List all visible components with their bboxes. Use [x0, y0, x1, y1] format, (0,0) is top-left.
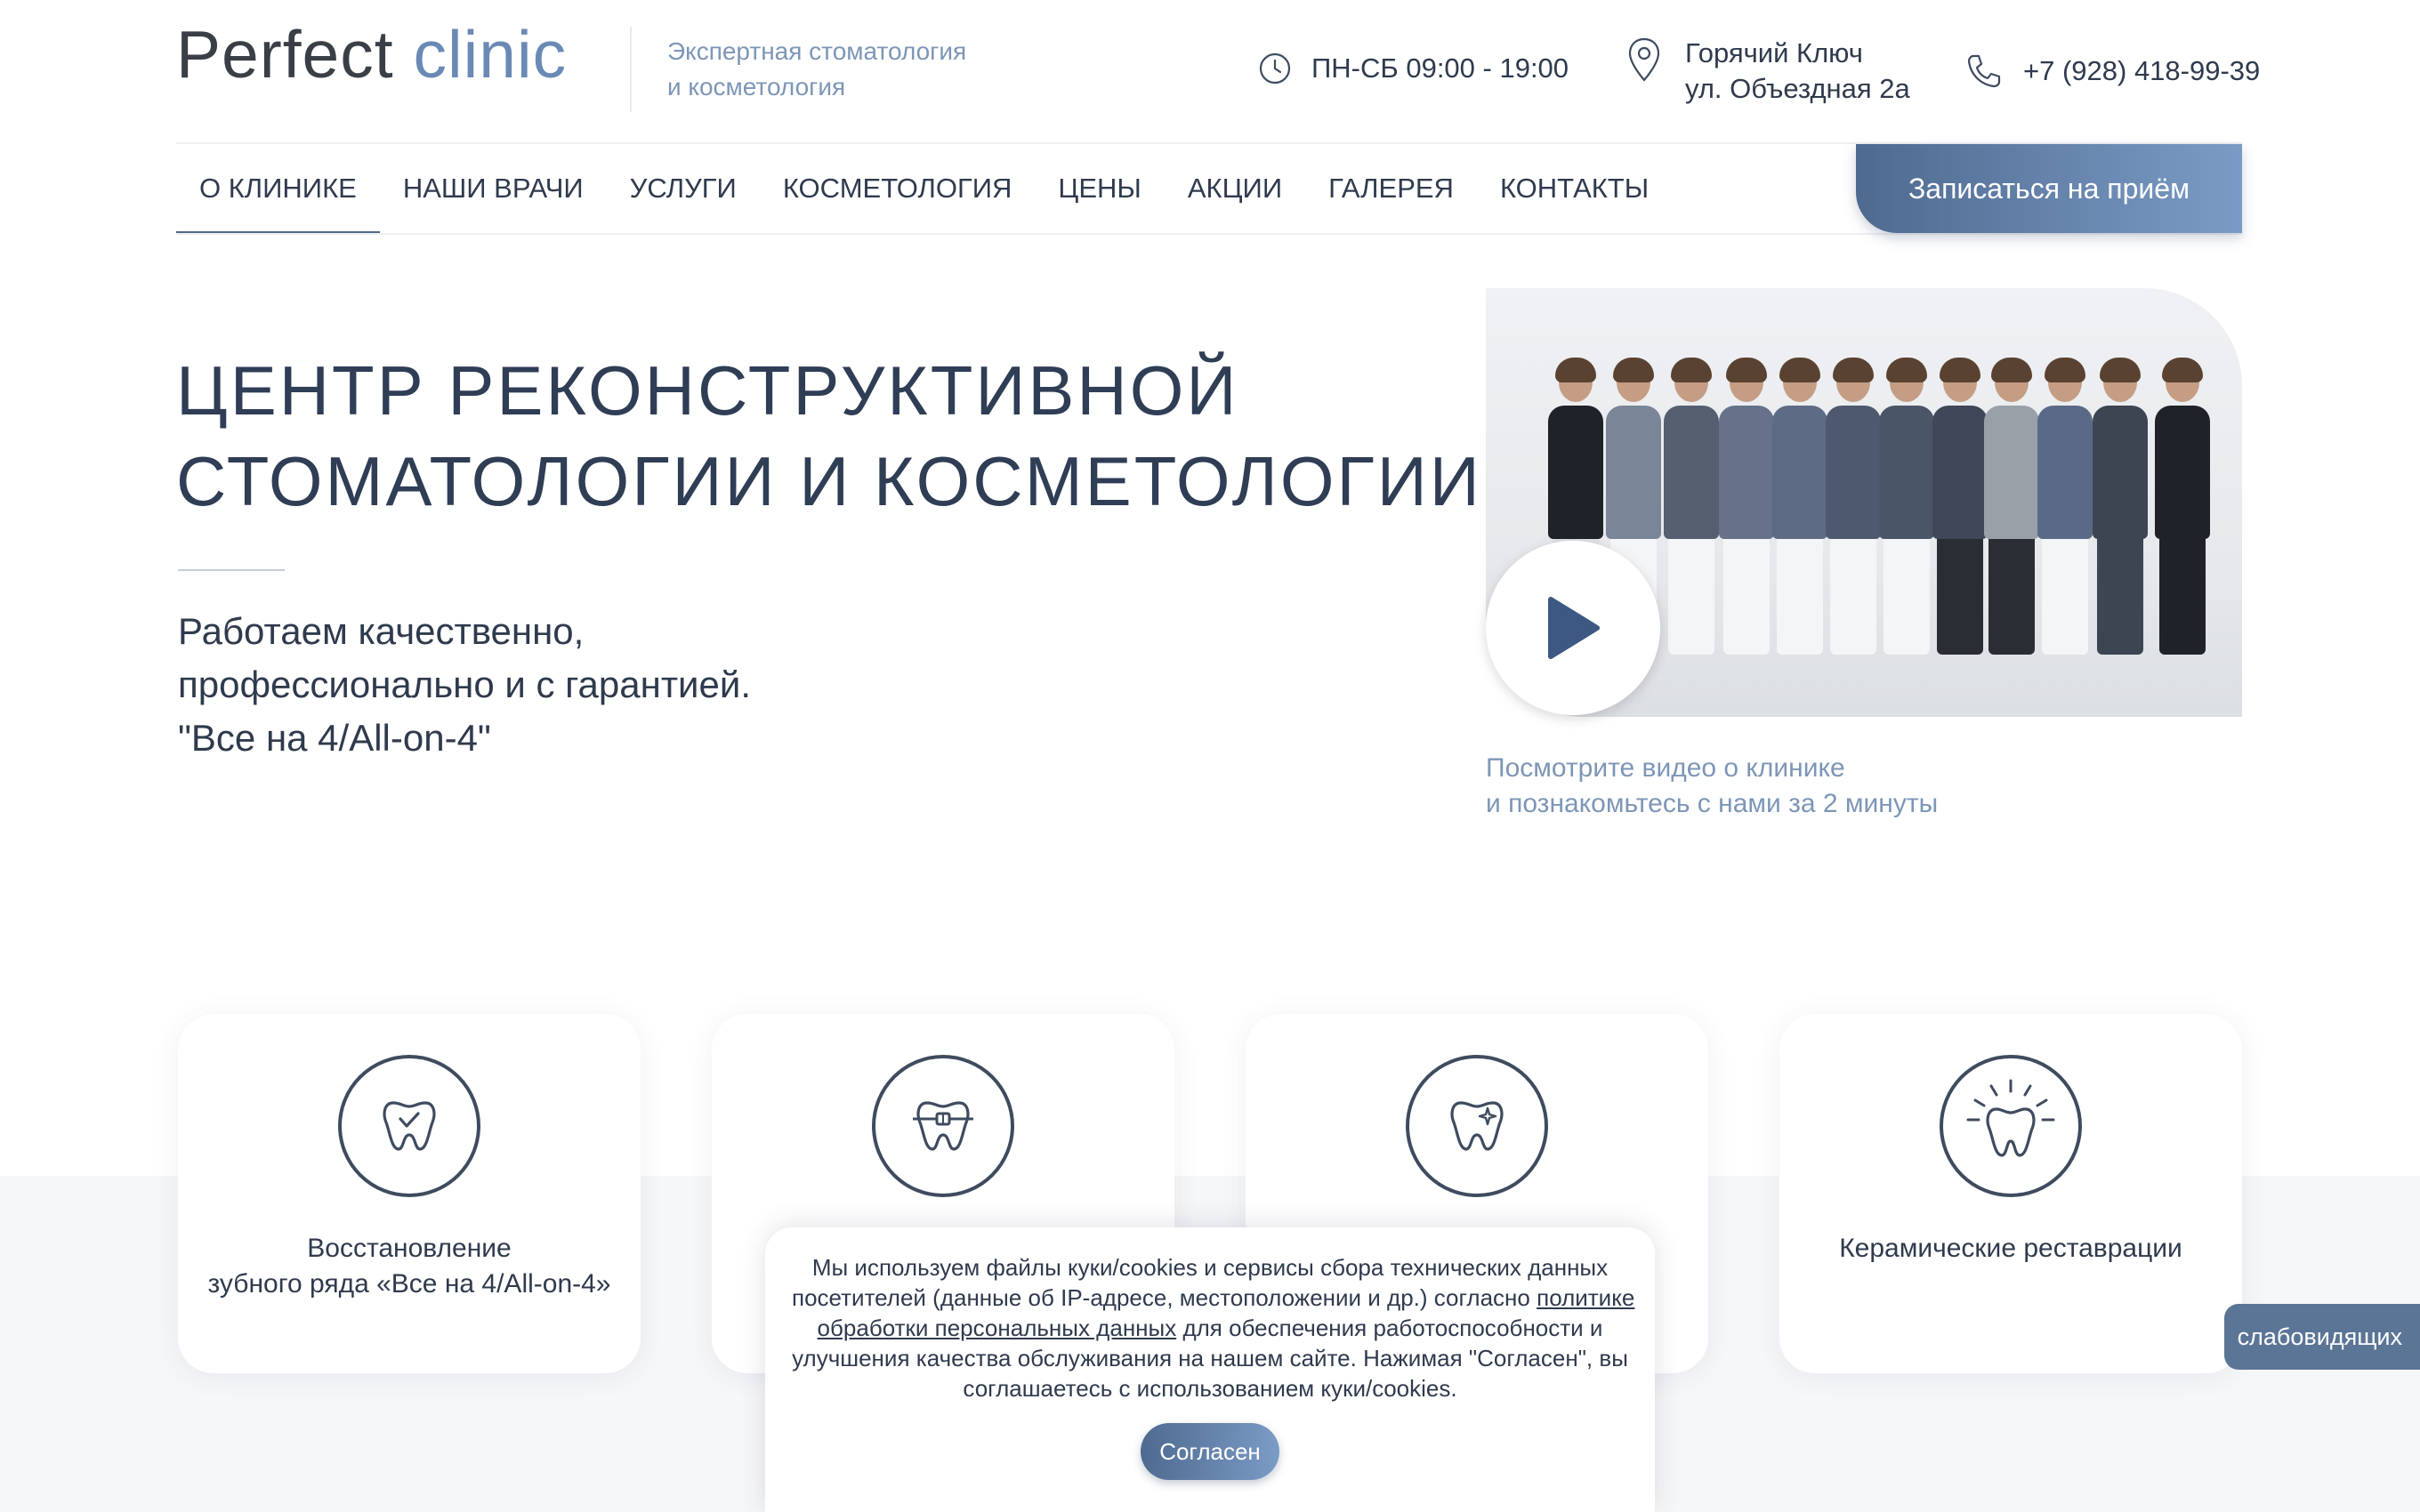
address[interactable]: Горячий Ключ ул. Объездная 2а [1626, 36, 1910, 107]
team-member-figure [1772, 358, 1827, 655]
working-hours: ПН-СБ 09:00 - 19:00 [1258, 52, 1569, 85]
hours-text: ПН-СБ 09:00 - 19:00 [1311, 52, 1569, 84]
team-member-figure [1879, 358, 1934, 655]
service-card-ceramic-restorations[interactable]: Керамические реставрации [1779, 1014, 2242, 1373]
team-member-figure [1664, 358, 1719, 655]
nav-item-contacts[interactable]: Контакты [1477, 144, 1672, 233]
clock-icon [1259, 52, 1291, 84]
nav-item-about[interactable]: О клинике [176, 144, 380, 235]
hero-subtitle-line: Работаем качественно, [178, 610, 585, 652]
address-street: ул. Объездная 2а [1685, 73, 1910, 104]
phone-icon [1967, 54, 2001, 88]
cookie-consent-banner: Мы используем файлы куки/cookies и серви… [765, 1227, 1655, 1512]
video-caption: Посмотрите видео о клинике и познакомьте… [1486, 751, 1938, 822]
logo[interactable]: Perfect clinic [176, 21, 567, 88]
logo-word-perfect: Perfect [176, 17, 394, 92]
location-pin-icon [1628, 37, 1660, 82]
cookie-text: Мы используем файлы куки/cookies и серви… [792, 1252, 1634, 1403]
cookie-text-line: посетителей (данные об IP-адресе, местоп… [792, 1283, 1634, 1313]
hero-separator [178, 569, 285, 571]
team-member-figure [2093, 358, 2148, 655]
phone[interactable]: +7 (928) 418-99-39 [1964, 52, 2260, 91]
tooth-check-icon [383, 1101, 436, 1151]
privacy-policy-link[interactable]: политике [1537, 1284, 1634, 1311]
team-member-figure [1984, 358, 2039, 655]
service-icon-circle [338, 1055, 480, 1197]
phone-number: +7 (928) 418-99-39 [2023, 55, 2261, 86]
tooth-sparkle-icon [1450, 1101, 1504, 1151]
hero-title-line: Центр реконструктивной [176, 351, 1239, 430]
team-member-figure [1932, 358, 1988, 655]
service-card-all-on-4[interactable]: Восстановление зубного ряда «Все на 4/Al… [178, 1014, 641, 1373]
tooth-braces-icon [913, 1101, 973, 1151]
service-label-line: Керамические реставрации [1839, 1234, 2182, 1263]
cookie-text-line: соглашаетесь с использованием куки/cooki… [963, 1375, 1457, 1402]
nav-item-prices[interactable]: Цены [1035, 144, 1164, 233]
cookie-text-line: обработки персональных данных для обеспе… [792, 1313, 1628, 1343]
book-appointment-button[interactable]: Записаться на приём [1856, 144, 2242, 233]
video-caption-line: Посмотрите видео о клинике [1486, 753, 1845, 783]
nav-item-cosmetology[interactable]: Косметология [760, 144, 1036, 233]
play-video-button[interactable] [1486, 541, 1660, 715]
privacy-policy-link[interactable]: обработки персональных данных [818, 1315, 1177, 1341]
cookie-text-fragment: посетителей (данные об IP-адресе, местоп… [792, 1284, 1537, 1311]
hero-title-line: стоматологии и косметологии [176, 442, 1482, 520]
logo-word-clinic: clinic [413, 17, 568, 92]
hero-subtitle: Работаем качественно, профессионально и … [178, 605, 751, 765]
team-member-figure [1826, 358, 1881, 655]
service-label: Восстановление зубного ряда «Все на 4/Al… [178, 1231, 641, 1302]
cookie-text-line: улучшения качества обслуживания на нашем… [792, 1345, 1628, 1371]
header-divider [630, 27, 632, 112]
tagline-line: Экспертная стоматология [667, 37, 967, 65]
service-icon-circle [872, 1055, 1014, 1197]
main-nav: О клинике Наши врачи Услуги Косметология… [176, 144, 1672, 235]
service-label: Керамические реставрации [1779, 1231, 2242, 1267]
nav-item-gallery[interactable]: Галерея [1305, 144, 1477, 233]
nav-item-services[interactable]: Услуги [607, 144, 760, 233]
cookie-accept-button[interactable]: Согласен [1141, 1423, 1279, 1480]
team-member-figure [2155, 358, 2210, 655]
hero-subtitle-line: профессионально и с гарантией. [178, 664, 752, 705]
nav-bottom-divider [176, 233, 2242, 235]
play-icon [1548, 597, 1600, 659]
cookie-text-line: Мы используем файлы куки/cookies и серви… [811, 1254, 1609, 1281]
nav-item-promotions[interactable]: Акции [1165, 144, 1305, 233]
service-icon-circle [1940, 1055, 2082, 1197]
service-icon-circle [1406, 1055, 1548, 1197]
video-caption-line: и познакомьтесь с нами за 2 минуты [1486, 789, 1939, 818]
tooth-shine-icon [1966, 1079, 2055, 1157]
accessibility-version-button[interactable]: слабовидящих [2224, 1304, 2420, 1370]
cookie-text-fragment: для обеспечения работоспособности и [1176, 1315, 1603, 1341]
team-member-figure [1719, 358, 1774, 655]
tagline-line: и косметология [667, 73, 846, 101]
address-city: Горячий Ключ [1685, 37, 1863, 68]
tagline: Экспертная стоматология и косметология [667, 34, 966, 105]
nav-item-doctors[interactable]: Наши врачи [380, 144, 607, 233]
hero-subtitle-line: "Все на 4/All-on-4" [178, 717, 491, 759]
service-label-line: Восстановление [307, 1234, 512, 1263]
team-member-figure [2037, 358, 2093, 655]
hero-title: Центр реконструктивной стоматологии и ко… [176, 345, 1482, 527]
service-label-line: зубного ряда «Все на 4/All-on-4» [207, 1269, 611, 1299]
